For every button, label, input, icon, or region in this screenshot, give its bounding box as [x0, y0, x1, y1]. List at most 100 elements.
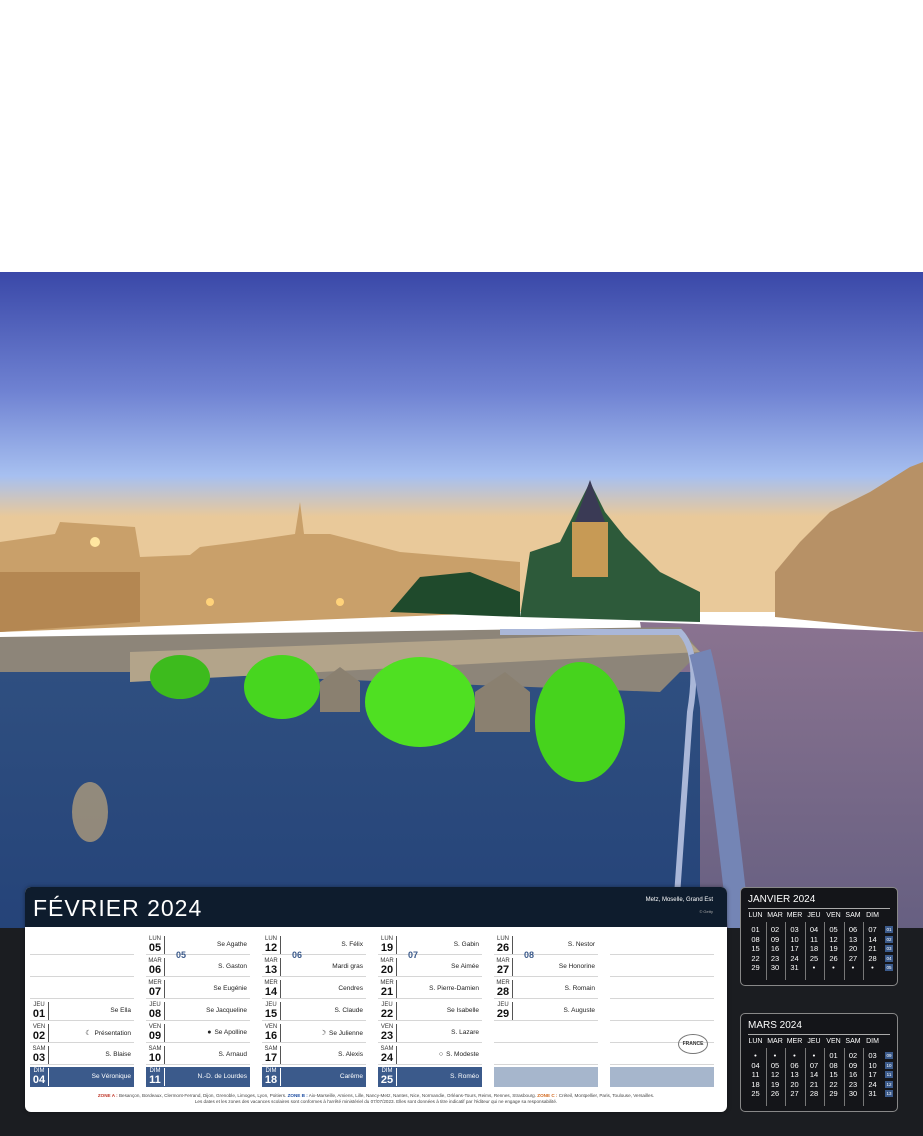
day-divider [396, 980, 397, 998]
saint-name: Cendres [338, 985, 363, 992]
saint-name: ☾ Présentation [85, 1029, 131, 1037]
mini-day: 10 [790, 934, 799, 944]
empty-day-cell [30, 979, 134, 999]
day-divider [164, 1002, 165, 1020]
empty-day-cell [610, 935, 714, 955]
mini-day: • [871, 963, 874, 972]
day-number: 12 [264, 942, 278, 954]
moon-phase-icon: ○ [438, 1051, 444, 1058]
week-number: 07 [408, 950, 419, 960]
day-cell: VEN 16 ☽ Se Julienne [262, 1023, 366, 1043]
day-cell: DIM 11 N.-D. de Lourdes [146, 1067, 250, 1087]
day-number: 18 [264, 1074, 278, 1086]
zone-c-label: ZONE C : [537, 1093, 558, 1098]
mini-week-number: 02 [885, 935, 893, 943]
mini-day: 16 [770, 944, 780, 953]
saint-text: S. Arnaud [218, 1051, 247, 1058]
saint-name: Mardi gras [332, 963, 363, 970]
mini-day: 01 [829, 1051, 838, 1060]
mini-day: • [851, 963, 855, 972]
mini-day: 02 [770, 925, 780, 934]
weekday-header: MAR [767, 912, 783, 919]
photo-credit: © Getty [699, 909, 713, 914]
day-number: 27 [496, 964, 510, 976]
saint-name: ● Se Apolline [207, 1029, 247, 1036]
saint-name: S. Gabin [454, 941, 479, 948]
school-holiday-bar [494, 1067, 598, 1087]
saint-text: Mardi gras [332, 963, 363, 970]
day-cell: LUN 05 Se Agathe [146, 935, 250, 955]
weekday-header: SAM [845, 912, 861, 919]
day-number: 22 [380, 1008, 394, 1020]
mini-day: 04 [809, 925, 819, 934]
day-divider [164, 936, 165, 954]
mini-day: 08 [751, 934, 760, 944]
day-cell: VEN 09 ● Se Apolline [146, 1023, 250, 1043]
day-divider [48, 1024, 49, 1042]
mini-day: 23 [848, 1079, 858, 1089]
day-divider [164, 1068, 165, 1086]
mini-day: 14 [868, 934, 877, 944]
week-number: 08 [524, 950, 535, 960]
day-number: 09 [148, 1030, 162, 1042]
mini-day: 19 [770, 1079, 780, 1089]
weekday-header: JEU [807, 912, 821, 919]
saint-text: S. Modeste [446, 1051, 479, 1058]
day-number: 14 [264, 986, 278, 998]
saint-name: S. Blaise [105, 1051, 131, 1058]
mini-day: 10 [868, 1060, 877, 1070]
day-divider [396, 936, 397, 954]
mini-week-number: 13 [885, 1090, 893, 1097]
saint-text: S. Alexis [338, 1051, 363, 1058]
empty-day-cell [30, 935, 134, 955]
month-title: FÉVRIER 2024 [33, 895, 203, 921]
day-number: 16 [264, 1030, 278, 1042]
day-number: 20 [380, 964, 394, 976]
saint-name: S. Nestor [568, 941, 595, 948]
mini-week-number: 03 [885, 945, 893, 952]
day-divider [164, 1046, 165, 1064]
day-cell: DIM 18 Carême [262, 1067, 366, 1087]
mini-week-number: 04 [885, 954, 893, 962]
weekday-header: DIM [866, 1038, 879, 1045]
saint-name: Carême [340, 1073, 363, 1080]
day-number: 26 [496, 942, 510, 954]
day-number: 23 [380, 1030, 394, 1042]
mini-week-number: 05 [885, 964, 893, 971]
day-cell: VEN 23 S. Lazare [378, 1023, 482, 1043]
weekday-header: VEN [826, 1038, 841, 1045]
saint-name: Se Honorine [559, 963, 595, 970]
mini-day: 13 [848, 934, 858, 944]
mini-day: 15 [829, 1070, 838, 1079]
zone-b-label: ZONE B : [287, 1093, 308, 1098]
mini-day: 22 [829, 1079, 838, 1089]
saint-name: S. Pierre-Damien [429, 985, 479, 992]
empty-day-cell [610, 979, 714, 999]
saint-name: S. Arnaud [218, 1051, 247, 1058]
weekday-header: MAR [767, 1038, 783, 1045]
saint-text: S. Lazare [451, 1029, 479, 1036]
mini-day: 20 [848, 944, 858, 953]
weekday-header: DIM [866, 912, 879, 919]
saint-text: Se Apolline [214, 1029, 247, 1036]
mini-day: 31 [790, 963, 799, 972]
empty-day-cell [610, 1001, 714, 1021]
saint-text: Cendres [338, 985, 363, 992]
saint-name: ☽ Se Julienne [320, 1029, 363, 1037]
mini-week-number: 01 [885, 926, 893, 933]
day-cell: SAM 24 ○ S. Modeste [378, 1045, 482, 1065]
day-number: 17 [264, 1052, 278, 1064]
day-cell: SAM 17 S. Alexis [262, 1045, 366, 1065]
day-number: 08 [148, 1008, 162, 1020]
mini-day: • [793, 1051, 796, 1060]
mini-day: • [812, 963, 816, 972]
day-divider [280, 1068, 281, 1086]
day-number: 01 [32, 1008, 46, 1020]
mini-day: 18 [809, 944, 819, 953]
day-divider [396, 958, 397, 976]
zone-b-cities: Aix-Marseille, Amiens, Lille, Nancy-Metz… [308, 1093, 536, 1098]
day-divider [512, 958, 513, 976]
day-cell: LUN 12 S. Félix [262, 935, 366, 955]
saint-text: Se Véronique [91, 1073, 131, 1080]
mini-day: 21 [868, 944, 877, 953]
